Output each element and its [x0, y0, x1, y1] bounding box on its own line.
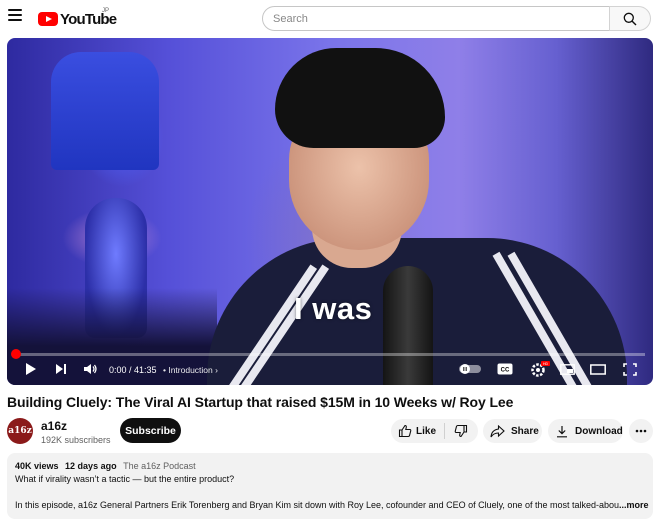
upload-date: 12 days ago	[65, 461, 117, 471]
like-label: Like	[416, 425, 437, 437]
share-button[interactable]: Share	[483, 419, 542, 443]
volume-icon[interactable]	[83, 362, 99, 376]
lamp-shade	[51, 52, 159, 170]
download-button[interactable]: Download	[548, 419, 623, 443]
settings-icon[interactable]: HD	[530, 361, 550, 377]
share-icon	[490, 424, 505, 437]
chapter-text: • Introduction	[163, 365, 213, 375]
description-meta: 40K views 12 days ago The a16z Podcast	[15, 461, 196, 471]
download-icon	[557, 425, 567, 437]
search-placeholder: Search	[273, 13, 308, 25]
youtube-play-icon	[38, 12, 58, 26]
svg-text:HD: HD	[543, 362, 549, 366]
play-icon[interactable]	[24, 362, 38, 376]
thumbs-up-icon	[398, 424, 412, 438]
view-count: 40K views	[15, 461, 59, 471]
fullscreen-icon[interactable]	[623, 363, 637, 376]
description-line: What if virality wasn’t a tactic — but t…	[15, 474, 235, 484]
miniplayer-icon[interactable]	[560, 364, 575, 375]
captions-icon[interactable]: CC	[497, 363, 513, 375]
download-label: Download	[575, 425, 623, 437]
caption-text: I was	[294, 291, 373, 326]
scrubber-handle[interactable]	[11, 349, 21, 359]
chapter-label[interactable]: • Introduction ›	[163, 365, 218, 375]
dislike-button[interactable]	[445, 424, 478, 438]
svg-text:CC: CC	[501, 368, 510, 374]
show-more-link[interactable]: ...more	[619, 500, 649, 510]
next-icon[interactable]	[54, 362, 68, 376]
search-button[interactable]	[609, 6, 651, 31]
country-code: JP	[102, 8, 110, 14]
autoplay-toggle-icon[interactable]	[459, 364, 481, 374]
channel-avatar[interactable]: a16z	[7, 418, 33, 444]
like-dislike-group: Like	[391, 419, 478, 443]
thumbs-down-icon	[455, 424, 468, 438]
microphone	[383, 266, 433, 385]
subscriber-count: 192K subscribers	[41, 435, 111, 445]
time-display: 0:00 / 41:35	[109, 365, 157, 375]
subscribe-button[interactable]: Subscribe	[120, 418, 181, 443]
more-horizontal-icon	[635, 429, 647, 433]
video-player[interactable]: I was 0:00 / 41:35 • Introduction › CC H…	[7, 38, 653, 385]
description-box[interactable]: 40K views 12 days ago The a16z Podcast W…	[7, 453, 653, 519]
podcast-link[interactable]: The a16z Podcast	[123, 461, 196, 471]
search-input[interactable]: Search	[262, 6, 610, 31]
theater-mode-icon[interactable]	[590, 364, 606, 375]
masthead: YouTube JP Search	[0, 0, 660, 38]
description-line: In this episode, a16z General Partners E…	[15, 500, 619, 510]
menu-icon[interactable]	[8, 9, 22, 21]
share-label: Share	[511, 425, 539, 437]
like-button[interactable]: Like	[391, 423, 445, 439]
chevron-right-icon: ›	[215, 365, 218, 375]
video-title: Building Cluely: The Viral AI Startup th…	[7, 394, 514, 410]
search-icon	[623, 12, 637, 26]
person-hair	[275, 48, 445, 148]
channel-name[interactable]: a16z	[41, 419, 67, 433]
more-actions-button[interactable]	[629, 419, 653, 443]
progress-bar[interactable]	[15, 353, 645, 356]
